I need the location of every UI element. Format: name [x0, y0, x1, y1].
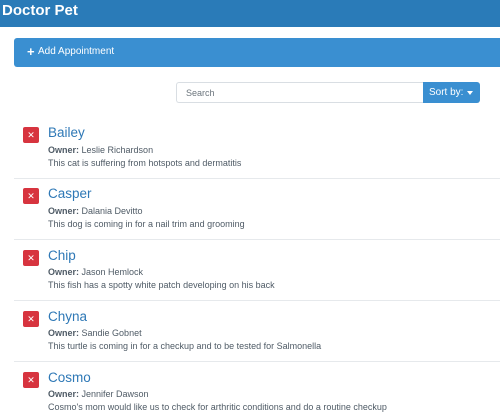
- appointment-note: This cat is suffering from hotspots and …: [48, 158, 242, 168]
- owner-name: Jennifer Dawson: [81, 389, 149, 399]
- divider: [14, 178, 500, 179]
- owner-name: Sandie Gobnet: [81, 328, 142, 338]
- sort-by-dropdown[interactable]: Sort by:: [423, 82, 480, 103]
- navbar: Doctor Pet: [0, 0, 500, 27]
- divider: [14, 361, 500, 362]
- appointment-note: Cosmo's mom would like us to check for a…: [48, 402, 387, 412]
- owner-label: Owner:: [48, 328, 80, 338]
- caret-down-icon: [467, 91, 473, 95]
- divider: [14, 300, 500, 301]
- search-input[interactable]: [176, 82, 424, 103]
- delete-icon[interactable]: ✕: [23, 250, 39, 266]
- pet-name[interactable]: Chyna: [48, 309, 87, 324]
- app-brand[interactable]: Doctor Pet: [2, 2, 78, 19]
- delete-icon[interactable]: ✕: [23, 372, 39, 388]
- owner-label: Owner:: [48, 389, 80, 399]
- owner-line: Owner: Leslie Richardson: [48, 145, 153, 155]
- delete-icon[interactable]: ✕: [23, 311, 39, 327]
- add-appointment-button[interactable]: + Add Appointment: [14, 38, 500, 67]
- add-appointment-label: Add Appointment: [38, 46, 115, 57]
- owner-name: Leslie Richardson: [81, 145, 154, 155]
- owner-label: Owner:: [48, 267, 80, 277]
- owner-name: Jason Hemlock: [81, 267, 144, 277]
- sort-by-label: Sort by:: [429, 87, 464, 98]
- owner-label: Owner:: [48, 145, 80, 155]
- delete-icon[interactable]: ✕: [23, 188, 39, 204]
- pet-name[interactable]: Casper: [48, 186, 92, 201]
- appointment-note: This fish has a spotty white patch devel…: [48, 280, 275, 290]
- appointment-note: This dog is coming in for a nail trim an…: [48, 219, 245, 229]
- owner-line: Owner: Jennifer Dawson: [48, 389, 149, 399]
- owner-label: Owner:: [48, 206, 80, 216]
- pet-name[interactable]: Chip: [48, 248, 76, 263]
- divider: [14, 239, 500, 240]
- plus-icon: +: [27, 44, 35, 59]
- pet-name[interactable]: Bailey: [48, 125, 85, 140]
- owner-line: Owner: Sandie Gobnet: [48, 328, 142, 338]
- pet-name[interactable]: Cosmo: [48, 370, 91, 385]
- delete-icon[interactable]: ✕: [23, 127, 39, 143]
- owner-line: Owner: Jason Hemlock: [48, 267, 143, 277]
- appointment-note: This turtle is coming in for a checkup a…: [48, 341, 322, 351]
- owner-name: Dalania Devitto: [81, 206, 143, 216]
- owner-line: Owner: Dalania Devitto: [48, 206, 143, 216]
